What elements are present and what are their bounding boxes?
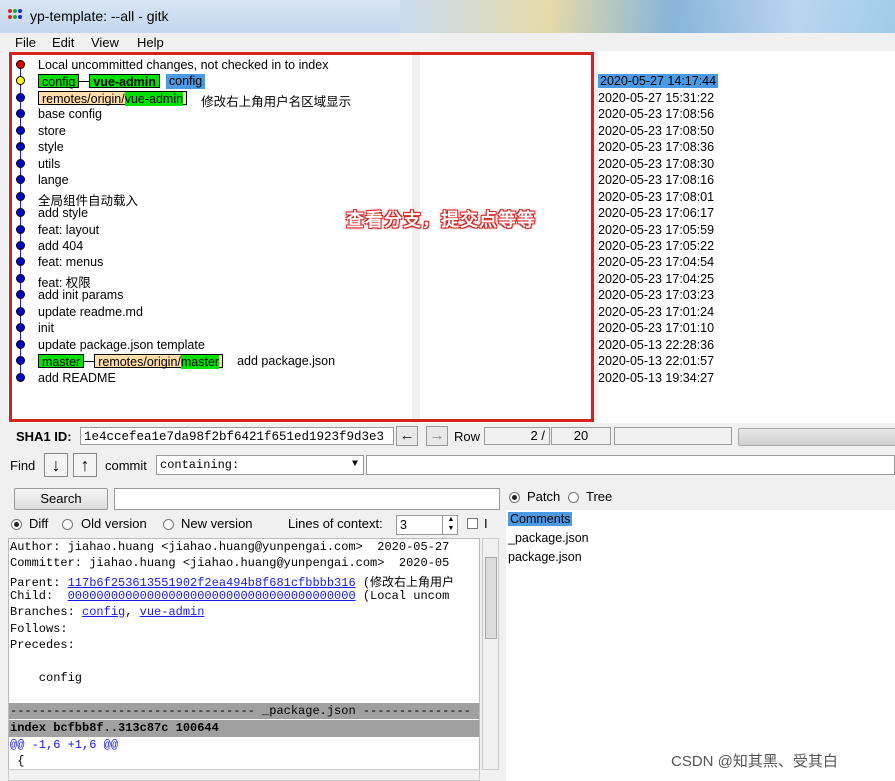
commit-date[interactable]: 2020-05-23 17:08:01: [598, 190, 714, 204]
diff-line: {: [10, 754, 25, 768]
diff-committer: Committer: jiahao.huang <jiahao.huang@yu…: [10, 556, 450, 570]
diff-message: config: [10, 671, 83, 685]
commit-date[interactable]: 2020-05-23 17:08:30: [598, 157, 714, 171]
find-next-button[interactable]: ↓: [44, 453, 68, 477]
find-type-select[interactable]: containing: ▼: [156, 455, 364, 475]
commit-date[interactable]: 2020-05-13 19:34:27: [598, 371, 714, 385]
find-type-value: containing:: [160, 458, 240, 472]
commit-date[interactable]: 2020-05-27 14:17:44: [598, 74, 719, 89]
arrow-up-icon: ↑: [80, 455, 90, 475]
progress-bar: [738, 428, 895, 446]
tree-radio[interactable]: [568, 492, 579, 503]
child-subject: (Local uncom: [355, 589, 450, 603]
find-label: Find: [10, 458, 36, 473]
context-spinner[interactable]: ▲ ▼: [442, 515, 459, 535]
gitk-app-icon: [8, 9, 22, 21]
commit-date[interactable]: 2020-05-27 15:31:22: [598, 91, 714, 105]
menu-view[interactable]: View: [91, 35, 119, 50]
sha1-field[interactable]: 1e4ccefea1e7da98f2bf6421f651ed1923f9d3e3: [80, 427, 394, 445]
arrow-down-icon: ↓: [51, 455, 61, 475]
commit-date[interactable]: 2020-05-23 17:08:36: [598, 140, 714, 154]
diff-branches: Branches: config, vue-admin: [10, 605, 204, 619]
sha1-label: SHA1 ID:: [16, 429, 72, 444]
commit-date[interactable]: 2020-05-23 17:03:23: [598, 288, 714, 302]
parent-subject: (修改右上角用户: [355, 576, 455, 590]
commit-date[interactable]: 2020-05-23 17:04:25: [598, 272, 714, 286]
diff-parent: Parent: 117b6f253613551902f2ea494b8f681c…: [10, 573, 454, 590]
patch-label: Patch: [527, 489, 561, 504]
diff-precedes: Precedes:: [10, 638, 75, 652]
ignore-space-checkbox[interactable]: [467, 518, 478, 529]
search-input[interactable]: [114, 488, 500, 510]
highlight-box: [9, 52, 594, 422]
diff-label: Diff: [29, 516, 49, 531]
spin-down-icon: ▼: [447, 525, 455, 532]
commit-date[interactable]: 2020-05-23 17:08:50: [598, 124, 714, 138]
patch-radio[interactable]: [509, 492, 520, 503]
commit-date[interactable]: 2020-05-23 17:01:24: [598, 305, 714, 319]
tree-label: Tree: [586, 489, 613, 504]
child-label: Child:: [10, 589, 68, 603]
commit-date[interactable]: 2020-05-23 17:04:54: [598, 255, 714, 269]
commit-date[interactable]: 2020-05-23 17:05:22: [598, 239, 714, 253]
branch-sep: ,: [125, 605, 140, 619]
commit-date[interactable]: 2020-05-23 17:08:16: [598, 173, 714, 187]
menu-help[interactable]: Help: [137, 35, 164, 50]
diff-child: Child: 000000000000000000000000000000000…: [10, 589, 449, 603]
file-item-comments[interactable]: Comments: [508, 512, 573, 526]
diff-hunk-header: @@ -1,6 +1,6 @@: [10, 738, 119, 752]
spin-up-icon: ▲: [447, 516, 455, 523]
new-version-radio[interactable]: [163, 519, 174, 530]
diff-file-header: ---------------------------------- _pack…: [10, 704, 471, 718]
lines-of-context-label: Lines of context:: [288, 516, 383, 531]
commit-date[interactable]: 2020-05-23 17:08:56: [598, 107, 714, 121]
commit-date[interactable]: 2020-05-23 17:06:17: [598, 206, 714, 220]
commit-date[interactable]: 2020-05-13 22:01:57: [598, 354, 714, 368]
search-button[interactable]: Search: [14, 488, 108, 510]
menu-bar: File Edit View Help: [0, 33, 895, 51]
new-version-label: New version: [181, 516, 253, 531]
old-version-label: Old version: [81, 516, 147, 531]
ignore-space-label: I: [484, 516, 488, 531]
status-field: [614, 427, 732, 445]
window-title: yp-template: --all - gitk: [30, 8, 169, 24]
branch-link-vue-admin[interactable]: vue-admin: [140, 605, 205, 619]
annotation-text: 查看分支，提交点等等: [346, 210, 536, 230]
branch-link-config[interactable]: config: [82, 605, 125, 619]
row-label: Row: [454, 429, 481, 444]
diff-index-line: index bcfbb8f..313c87c 100644: [10, 721, 219, 735]
arrow-right-icon: →: [429, 427, 445, 444]
diff-horizontal-scrollbar[interactable]: [8, 769, 480, 781]
row-total: 20: [551, 427, 611, 445]
desktop-background: [400, 0, 895, 33]
parent-sha-link[interactable]: 117b6f253613551902f2ea494b8f681cfbbbb316: [68, 576, 356, 590]
old-version-radio[interactable]: [62, 519, 73, 530]
forward-button[interactable]: →: [426, 426, 448, 446]
diff-vertical-scrollbar[interactable]: [482, 538, 499, 770]
branches-label: Branches:: [10, 605, 83, 619]
find-input[interactable]: [366, 455, 895, 475]
diff-author: Author: jiahao.huang <jiahao.huang@yunpe…: [10, 540, 450, 554]
diff-radio[interactable]: [11, 519, 22, 530]
dropdown-caret-icon: ▼: [351, 459, 358, 470]
commit-date[interactable]: 2020-05-23 17:01:10: [598, 321, 714, 335]
file-item[interactable]: _package.json: [508, 531, 589, 545]
menu-file[interactable]: File: [15, 35, 36, 50]
row-current: 2 /: [484, 427, 550, 445]
commit-date[interactable]: 2020-05-23 17:05:59: [598, 223, 714, 237]
find-commit-label: commit: [105, 458, 147, 473]
commit-date[interactable]: 2020-05-13 22:28:36: [598, 338, 714, 352]
find-prev-button[interactable]: ↑: [73, 453, 97, 477]
diff-follows: Follows:: [10, 622, 68, 636]
menu-edit[interactable]: Edit: [52, 35, 74, 50]
scrollbar-thumb[interactable]: [485, 557, 497, 639]
back-button[interactable]: ←: [396, 426, 418, 446]
file-item[interactable]: package.json: [508, 550, 582, 564]
arrow-left-icon: ←: [399, 427, 415, 444]
child-sha-link[interactable]: 0000000000000000000000000000000000000000: [68, 589, 356, 603]
parent-label: Parent:: [10, 576, 68, 590]
watermark: CSDN @知其黑、受其白: [671, 753, 838, 770]
